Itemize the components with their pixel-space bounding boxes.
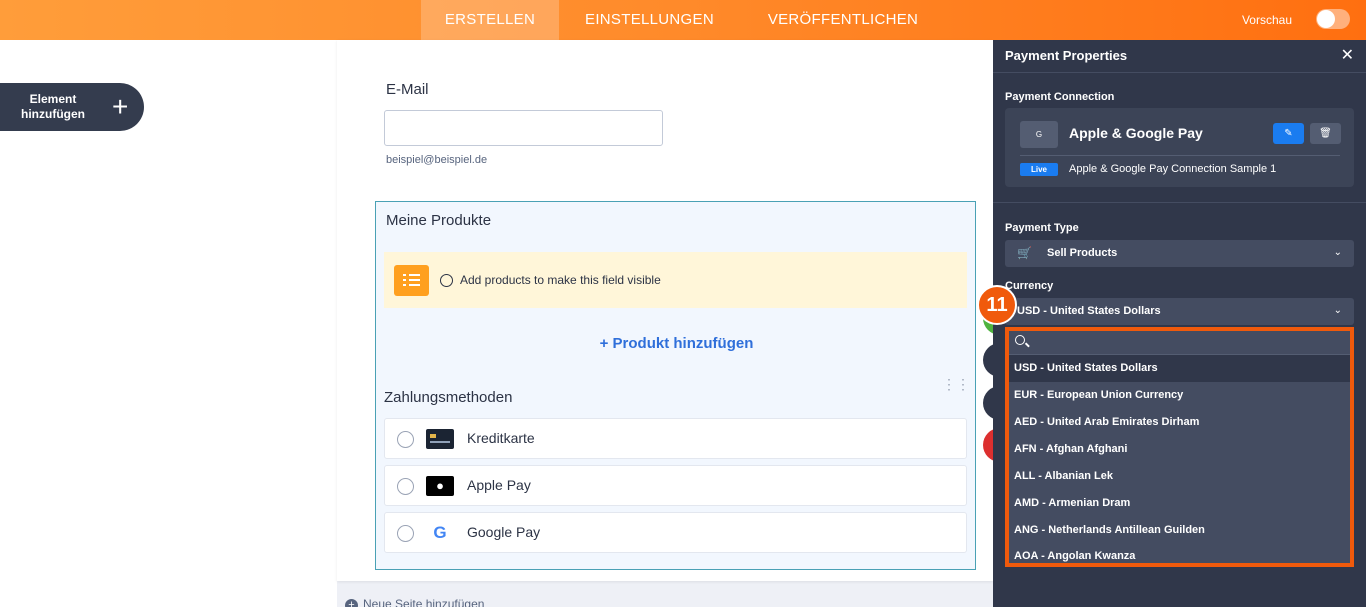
currency-select[interactable]: USD - United States Dollars ⌄ (1005, 298, 1354, 325)
delete-connection-button[interactable]: 🗑 (1310, 123, 1341, 144)
tab-erstellen[interactable]: ERSTELLEN (421, 0, 559, 40)
toggle-knob (1317, 10, 1335, 28)
list-icon (394, 265, 429, 296)
live-badge: Live (1020, 163, 1058, 176)
currency-option[interactable]: AED - United Arab Emirates Dirham (1009, 409, 1350, 436)
currency-option[interactable]: USD - United States Dollars (1009, 355, 1350, 382)
step-number-badge: 11 (977, 285, 1017, 325)
apple-icon: ● (426, 476, 454, 496)
products-notice: Add products to make this field visible (384, 252, 967, 308)
add-page-link[interactable]: + Neue Seite hinzufügen (345, 597, 484, 607)
payment-method-applepay[interactable]: ● Apple Pay (384, 465, 967, 506)
payment-method-googlepay[interactable]: G Google Pay (384, 512, 967, 553)
payment-properties-panel: Payment Properties ✕ Payment Connection … (993, 40, 1366, 607)
preview-label: Vorschau (1241, 13, 1292, 27)
payment-type-label: Payment Type (1005, 222, 1079, 234)
payment-method-label: Kreditkarte (467, 430, 535, 446)
payment-method-creditcard[interactable]: Kreditkarte (384, 418, 967, 459)
currency-option[interactable]: ALL - Albanian Lek (1009, 463, 1350, 490)
plus-icon: + (112, 91, 129, 122)
currency-option[interactable]: EUR - European Union Currency (1009, 382, 1350, 409)
currency-dropdown: USD - United States Dollars EUR - Europe… (1005, 327, 1354, 567)
tab-einstellungen[interactable]: EINSTELLUNGEN (568, 0, 731, 40)
products-title: Meine Produkte (386, 212, 492, 229)
notice-text: Add products to make this field visible (460, 273, 661, 287)
connection-label: Payment Connection (1005, 91, 1115, 103)
cart-icon: 🛒 (1017, 246, 1032, 260)
credit-card-icon (426, 429, 454, 449)
email-hint: beispiel@beispiel.de (386, 154, 488, 166)
email-field[interactable] (384, 110, 663, 146)
currency-search-input[interactable] (1033, 333, 1343, 352)
google-icon: G (433, 523, 447, 542)
chevron-down-icon: ⌄ (1333, 247, 1342, 258)
email-label: E-Mail (386, 81, 429, 98)
add-element-button[interactable]: Element hinzufügen + (0, 83, 144, 131)
currency-option[interactable]: AOA - Angolan Kwanza (1009, 543, 1350, 570)
currency-label: Currency (1005, 280, 1054, 292)
add-element-label: Element hinzufügen (21, 92, 85, 121)
top-bar: ERSTELLEN EINSTELLUNGEN VERÖFFENTLICHEN … (0, 0, 1366, 40)
radio-button[interactable] (397, 431, 414, 448)
currency-option[interactable]: AFN - Afghan Afghani (1009, 436, 1350, 463)
currency-option[interactable]: ANG - Netherlands Antillean Guilden (1009, 517, 1350, 544)
divider (1020, 155, 1340, 156)
payment-type-value: Sell Products (1047, 247, 1118, 259)
products-field[interactable]: Meine Produkte Add products to make this… (375, 201, 976, 570)
payment-methods-title: Zahlungsmethoden (384, 389, 513, 406)
tab-veroeffentlichen[interactable]: VERÖFFENTLICHEN (750, 0, 936, 40)
info-circle-icon (440, 274, 453, 287)
chevron-down-icon: ⌄ (1333, 305, 1342, 316)
radio-button[interactable] (397, 478, 414, 495)
apple-google-logo-icon: G (1020, 121, 1058, 148)
preview-toggle[interactable] (1316, 9, 1350, 29)
search-icon (1015, 335, 1025, 345)
divider (993, 202, 1366, 203)
radio-button[interactable] (397, 525, 414, 542)
payment-type-select[interactable]: 🛒 Sell Products ⌄ (1005, 240, 1354, 267)
payment-method-label: Google Pay (467, 524, 541, 540)
currency-option[interactable]: AMD - Armenian Dram (1009, 490, 1350, 517)
form-canvas: E-Mail beispiel@beispiel.de Meine Produk… (337, 40, 993, 581)
payment-method-label: Apple Pay (467, 477, 531, 493)
divider (993, 72, 1366, 73)
panel-title: Payment Properties (1005, 48, 1128, 63)
currency-search (1009, 331, 1350, 355)
drag-handle-icon[interactable]: ⋮⋮ (942, 377, 970, 391)
edit-connection-button[interactable]: ✎ (1273, 123, 1304, 144)
currency-value: USD - United States Dollars (1017, 305, 1161, 317)
connection-card: G Apple & Google Pay ✎ 🗑 Live Apple & Go… (1005, 108, 1354, 187)
plus-circle-icon: + (345, 599, 358, 607)
connection-name: Apple & Google Pay (1069, 125, 1203, 141)
add-product-link[interactable]: + Produkt hinzufügen (376, 335, 977, 352)
close-icon[interactable]: ✕ (1341, 45, 1354, 65)
connection-sample-text: Apple & Google Pay Connection Sample 1 (1069, 163, 1277, 175)
add-page-label: Neue Seite hinzufügen (363, 597, 485, 607)
